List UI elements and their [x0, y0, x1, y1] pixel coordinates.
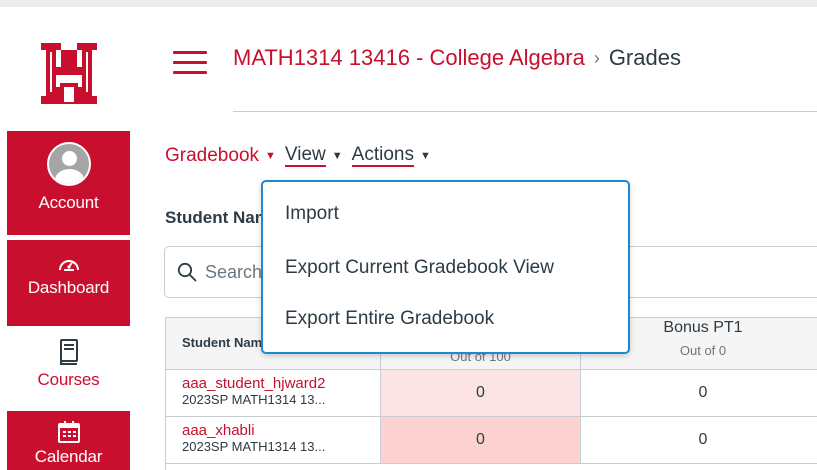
breadcrumb-separator-icon: › [593, 47, 600, 68]
caret-down-icon: ▼ [331, 150, 343, 162]
nav-item-courses[interactable]: Courses [7, 329, 130, 409]
student-cell[interactable]: aaa_student_hjward2 2023SP MATH1314 13..… [166, 370, 381, 417]
global-navigation: Account Dashboard Courses Calendar [0, 7, 130, 470]
search-icon [177, 262, 197, 282]
student-cell[interactable]: aaa_xhabli 2023SP MATH1314 13... [166, 417, 381, 464]
breadcrumb-course-link[interactable]: MATH1314 13416 - College Algebra [233, 45, 585, 71]
nav-item-calendar[interactable]: Calendar [7, 411, 130, 470]
student-name-link[interactable]: aaa_xhabli [182, 423, 380, 439]
column-header-label: Student Name [182, 335, 270, 350]
nav-item-account[interactable]: Account [7, 131, 130, 235]
gradebook-menu-label[interactable]: Gradebook [165, 145, 259, 167]
menu-item-export-current-view[interactable]: Export Current Gradebook View [285, 257, 554, 279]
nav-label-account: Account [38, 193, 99, 212]
student-section: 2023SP MATH1314 13... [182, 439, 326, 454]
calendar-icon [57, 421, 80, 443]
breadcrumb-current-page: Grades [608, 45, 681, 70]
actions-menu-trigger[interactable]: Actions ▼ [351, 145, 440, 167]
nav-item-dashboard[interactable]: Dashboard [7, 240, 130, 326]
grade-cell[interactable]: 0 [581, 370, 817, 417]
actions-menu-label[interactable]: Actions [351, 145, 414, 167]
actions-dropdown-menu: Import Export Current Gradebook View Exp… [261, 180, 630, 354]
view-menu-label[interactable]: View [284, 145, 326, 167]
dashboard-gauge-icon [58, 260, 79, 271]
uh-logo[interactable] [39, 43, 99, 109]
caret-down-icon: ▼ [265, 150, 276, 162]
grade-cell[interactable]: 0 [381, 370, 581, 417]
nav-label-courses: Courses [37, 370, 100, 389]
browser-top-strip [0, 0, 817, 7]
view-menu[interactable]: View ▼ [284, 145, 352, 167]
user-avatar-icon [46, 142, 91, 186]
student-name-link[interactable]: aaa_student_hjward2 [182, 376, 380, 392]
menu-item-export-entire-gradebook[interactable]: Export Entire Gradebook [285, 308, 494, 330]
gradebook-menu-bar: Gradebook ▼ View ▼ Actions ▼ [165, 145, 440, 167]
gradebook-menu[interactable]: Gradebook ▼ [165, 145, 285, 167]
nav-label-calendar: Calendar [34, 447, 103, 466]
student-section: 2023SP MATH1314 13... [182, 392, 326, 407]
grade-cell[interactable]: 0 [381, 417, 581, 464]
nav-label-dashboard: Dashboard [27, 278, 110, 297]
caret-down-icon: ▼ [419, 150, 431, 162]
menu-item-import[interactable]: Import [285, 203, 339, 225]
grade-cell[interactable]: 0 [581, 417, 817, 464]
header-divider [233, 111, 817, 112]
breadcrumb: MATH1314 13416 - College Algebra › Grade… [233, 45, 681, 71]
courses-book-icon [59, 339, 78, 365]
course-menu-toggle-button[interactable] [173, 51, 207, 75]
